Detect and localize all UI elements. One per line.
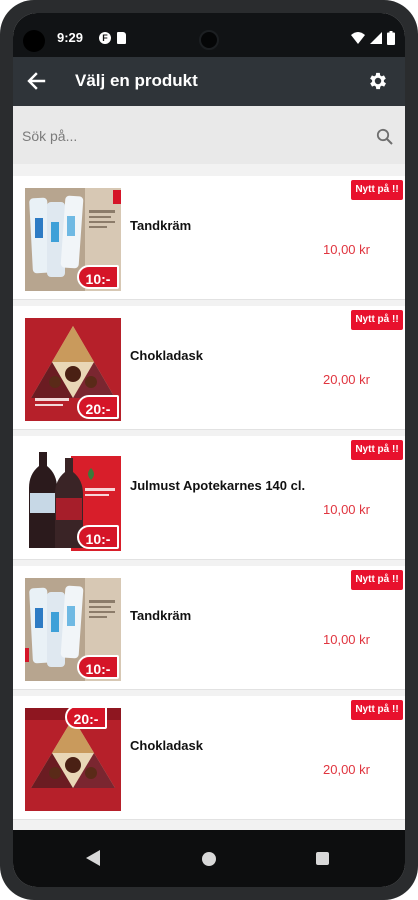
product-price: 20,00 kr	[323, 372, 370, 387]
new-badge: Nytt på !!	[351, 700, 403, 720]
new-badge: Nytt på !!	[351, 440, 403, 460]
status-icons	[351, 30, 395, 46]
price-sticker: 10:-	[77, 655, 119, 679]
product-price: 20,00 kr	[323, 762, 370, 777]
product-price: 10,00 kr	[323, 502, 370, 517]
product-list: 10:- Tandkräm 10,00 kr Nytt på !! 20:- C…	[13, 164, 405, 830]
product-name: Tandkräm	[130, 608, 192, 623]
search-icon[interactable]	[376, 128, 393, 145]
product-card[interactable]: 20:- Chokladask 20,00 kr Nytt på !!	[13, 696, 405, 820]
product-card[interactable]: 20:- Chokladask 20,00 kr Nytt på !!	[13, 306, 405, 430]
screen: 9:29 F Välj en produkt Sök på... 10:- Ta…	[13, 13, 405, 887]
search-input[interactable]	[22, 126, 352, 146]
circle-home-icon[interactable]	[202, 852, 216, 866]
product-name: Tandkräm	[130, 218, 192, 233]
product-card[interactable]: 10:- Julmust Apotekarnes 140 cl. 10,00 k…	[13, 436, 405, 560]
product-image-toothpaste: 10:-	[25, 578, 121, 681]
system-nav-bar	[13, 830, 405, 887]
arrow-left-icon[interactable]	[26, 71, 46, 91]
search-bar	[13, 106, 405, 164]
app-bar: Välj en produkt	[13, 57, 405, 106]
phone-frame: 9:29 F Välj en produkt Sök på... 10:- Ta…	[0, 0, 418, 900]
new-badge: Nytt på !!	[351, 570, 403, 590]
square-recents-icon[interactable]	[316, 852, 329, 865]
product-card[interactable]: 10:- Tandkräm 10,00 kr Nytt på !!	[13, 176, 405, 300]
product-image-toothpaste: 10:-	[25, 188, 121, 291]
product-image-chocolate-box: 20:-	[25, 708, 121, 811]
product-price: 10,00 kr	[323, 242, 370, 257]
price-sticker: 20:-	[77, 395, 119, 419]
product-card[interactable]: 10:- Tandkräm 10,00 kr Nytt på !!	[13, 566, 405, 690]
wifi-icon	[351, 32, 365, 44]
f-notification-icon: F	[99, 32, 111, 44]
battery-icon	[387, 31, 395, 45]
sd-card-icon	[117, 32, 126, 44]
product-image-julmust: 10:-	[25, 448, 121, 551]
product-name: Julmust Apotekarnes 140 cl.	[130, 478, 306, 493]
price-sticker: 10:-	[77, 525, 119, 549]
product-price: 10,00 kr	[323, 632, 370, 647]
gear-icon[interactable]	[367, 70, 389, 92]
triangle-back-icon[interactable]	[86, 850, 100, 866]
new-badge: Nytt på !!	[351, 310, 403, 330]
new-badge: Nytt på !!	[351, 180, 403, 200]
price-sticker: 10:-	[77, 265, 119, 289]
status-bar: 9:29 F	[13, 13, 405, 57]
product-name: Chokladask	[130, 738, 203, 753]
front-camera	[199, 30, 219, 50]
product-image-chocolate-box: 20:-	[25, 318, 121, 421]
price-sticker: 20:-	[65, 708, 107, 729]
page-title: Välj en produkt	[75, 71, 198, 90]
signal-icon	[370, 32, 382, 44]
status-time: 9:29	[57, 30, 84, 45]
front-camera-left	[23, 30, 45, 52]
product-name: Chokladask	[130, 348, 203, 363]
